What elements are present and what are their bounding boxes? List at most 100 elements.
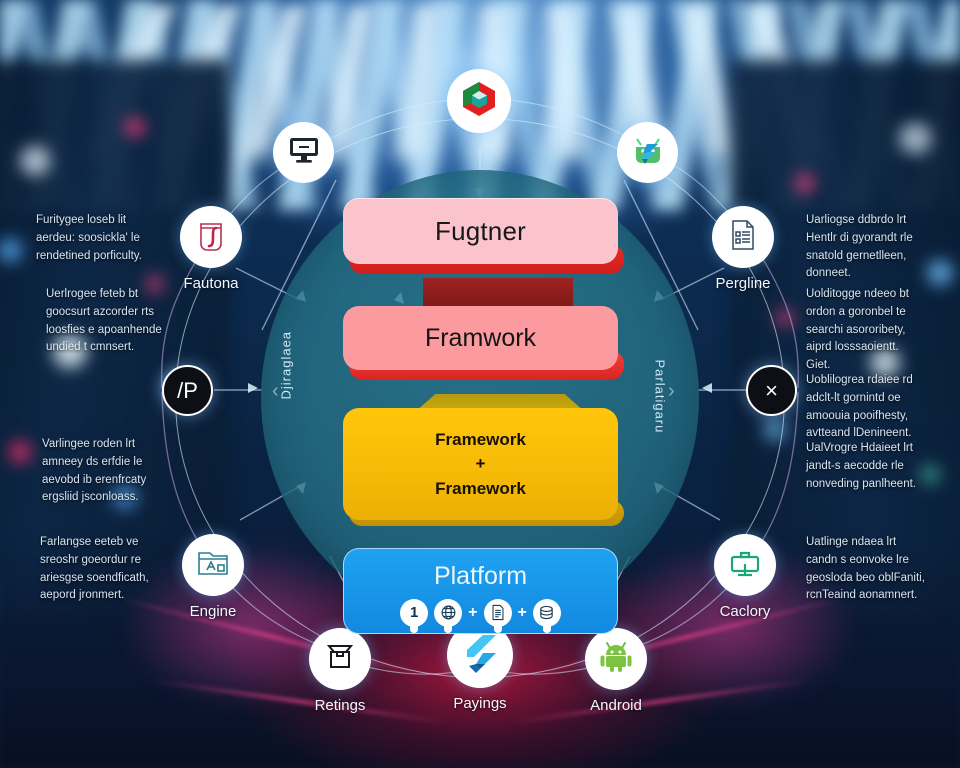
node-engine-label: Engine [189,603,237,620]
node-pergline-bubble[interactable] [712,206,774,268]
node-close-x[interactable]: × [746,365,797,423]
layer-platform-face: Platform 1 + + [343,548,618,634]
note-right-3-line-1: Uoblilogrea rdaiee rd [806,374,913,386]
note-left-2-line-2: goocsurt azcorder rts [46,305,155,318]
note-left-1-line-1: Furitygee loseb lit [36,214,127,226]
layer-fugtner-face: Fugtner [343,198,618,264]
platform-chip-number-one[interactable]: 1 [400,598,429,627]
layer-framwork-face: Framwork [343,306,618,370]
note-right-4-line-1: UalVrogre Hdaieet lrt [806,442,913,454]
node-droid-f-bubble[interactable] [617,122,678,183]
layer-combo-label-line2: Framework [435,479,526,498]
note-right-5-line-3: geosloda beo oblFaniti, [806,571,925,584]
layer-fugtner-label: Fugtner [434,215,526,246]
layer-combo-plus: + [475,454,486,473]
node-caclory[interactable]: Caclory [714,534,776,620]
note-left-1-line-3: rendetined porficulty. [36,249,142,262]
chip-separator-1: + [468,603,478,621]
node-payings[interactable]: Payings [447,622,513,712]
globe-network-icon [440,604,457,621]
platform-chip-row: 1 + + [400,598,561,627]
note-left-1: Furitygee loseb lit aerdeu: soosickla' l… [36,212,168,265]
node-retings-label: Retings [314,697,366,714]
layer-fugtner[interactable]: Fugtner [343,198,624,308]
note-right-5-line-1: Uatlinge ndaea lrt [806,536,897,548]
node-cube[interactable] [447,69,511,140]
layer-framwork[interactable]: Framwork [343,306,624,402]
note-right-1-line-3: snatold gernetlleen, [806,249,907,262]
note-left-1-line-2: aerdeu: soosickla' le [36,231,140,244]
node-cube-bubble[interactable] [447,69,511,133]
node-monitor-bubble[interactable] [273,122,334,183]
node-slash-p-bubble[interactable]: /P [162,365,213,416]
node-fautona[interactable]: Fautona [180,206,242,292]
chip-separator-2: + [517,603,527,621]
node-pergline[interactable]: Pergline [712,206,774,292]
node-retings[interactable]: Retings [309,628,371,714]
note-right-1: Uarliogse ddbrdo lrt Hentlr di gyorandt … [806,212,938,283]
note-left-4-line-1: Farlangse eeteb ve [40,536,139,548]
node-engine[interactable]: Engine [182,534,244,620]
node-android[interactable]: Android [585,628,647,714]
node-engine-bubble[interactable] [182,534,244,596]
folder-window-a-icon [197,548,229,583]
note-left-2: Uerlrogee feteb bt goocsurt azcorder rts… [46,286,178,357]
layer-combo-label-line1: Framework [435,429,526,449]
note-right-1-line-2: Hentlr di gyorandt rle [806,231,913,244]
note-left-4-line-4: aepord jronmert. [40,589,125,602]
desktop-monitor-icon [289,136,319,169]
layer-stack: Fugtner Framwork Framework + Framework P… [343,198,624,634]
note-left-3-line-1: Varlingee roden lrt [42,438,136,450]
node-fautona-bubble[interactable] [180,206,242,268]
note-right-2: Uolditogge ndeeo bt ordon a goronbel te … [806,286,938,375]
node-slash-p[interactable]: /P [162,365,213,423]
platform-chip-document[interactable] [483,598,512,627]
node-droid-f[interactable] [617,122,678,190]
note-left-3-line-3: aevobd ib erenfrcaty [42,473,147,486]
note-left-4: Farlangse eeteb ve sreoshr goeordur re a… [40,534,172,605]
note-left-4-line-2: sreoshr goeordur re [40,553,141,566]
node-android-label: Android [590,697,642,714]
layer-platform[interactable]: Platform 1 + + [343,548,618,634]
script-f-icon [196,218,226,257]
note-right-1-line-1: Uarliogse ddbrdo lrt [806,214,907,226]
note-right-5-line-2: candn s eonvoke lre [806,553,909,566]
open-box-icon [324,642,356,677]
number-one-icon: 1 [409,604,419,621]
platform-chip-globe[interactable] [434,598,463,627]
diagram-canvas: ‹ › Djiraglaea Parlatigaru Fugtner Framw… [0,0,960,768]
node-pergline-label: Pergline [715,275,771,292]
android-flutter-icon [631,134,665,171]
note-right-4-line-3: nonveding panlheent. [806,477,916,490]
note-right-2-line-2: ordon a goronbel te [806,305,906,318]
note-left-3-line-4: ergsliid jsconloass. [42,491,139,504]
node-retings-bubble[interactable] [309,628,371,690]
note-right-5: Uatlinge ndaea lrt candn s eonvoke lre g… [806,534,938,605]
core-side-label-left: Djiraglaea [278,330,294,400]
document-list-icon [490,604,506,621]
node-fautona-label: Fautona [183,275,239,292]
toolbox-briefcase-icon [729,548,761,583]
note-right-3: Uoblilogrea rdaiee rd adclt-lt gornintd … [806,372,938,443]
note-right-2-line-1: Uolditogge ndeeo bt [806,288,909,300]
node-close-x-bubble[interactable]: × [746,365,797,416]
note-right-1-line-4: donneet. [806,267,851,280]
android-robot-icon [599,641,633,678]
node-monitor[interactable] [273,122,334,190]
platform-chip-database[interactable] [532,598,561,627]
layer-combo-face: Framework + Framework [343,408,618,520]
node-caclory-bubble[interactable] [714,534,776,596]
node-caclory-label: Caclory [719,603,771,620]
note-right-3-line-3: amoouia pooifhesty, [806,409,909,422]
layer-platform-label: Platform [433,561,528,590]
slash-p-icon: /P [177,377,198,403]
chevron-right-icon: › [668,380,675,402]
database-stack-icon [538,604,555,621]
core-side-label-right: Parlatigaru [652,359,668,434]
note-right-3-line-2: adclt-lt gornintd oe [806,391,901,404]
flutter-logo-icon [463,633,497,678]
node-android-bubble[interactable] [585,628,647,690]
layer-framework-combo[interactable]: Framework + Framework [343,394,624,530]
node-payings-label: Payings [453,695,507,712]
note-left-2-line-3: loosfies e apoanhende [46,323,162,336]
